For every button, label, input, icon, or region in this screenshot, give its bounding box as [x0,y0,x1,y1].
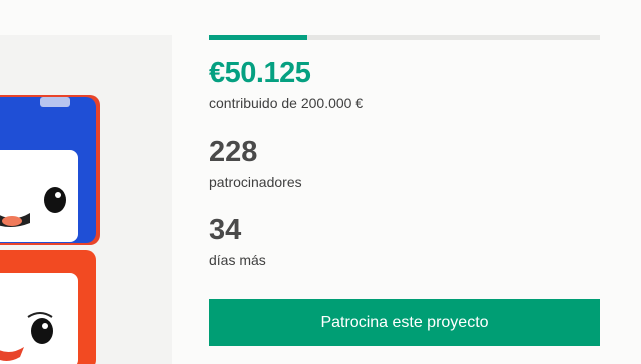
toy-illustration [0,95,100,364]
pledged-goal-label: contribuido de 200.000 € [209,95,364,111]
days-left-label: días más [209,252,266,268]
funding-progress-fill [209,35,307,40]
pledged-amount: €50.125 [209,57,311,89]
funding-progress-bar [209,35,600,40]
backers-count: 228 [209,136,258,168]
backers-label: patrocinadores [209,174,302,190]
funding-panel: €50.125 contribuido de 200.000 € 228 pat… [209,0,600,364]
product-photo [0,35,172,364]
days-left-count: 34 [209,214,242,246]
back-project-button[interactable]: Patrocina este proyecto [209,299,600,346]
